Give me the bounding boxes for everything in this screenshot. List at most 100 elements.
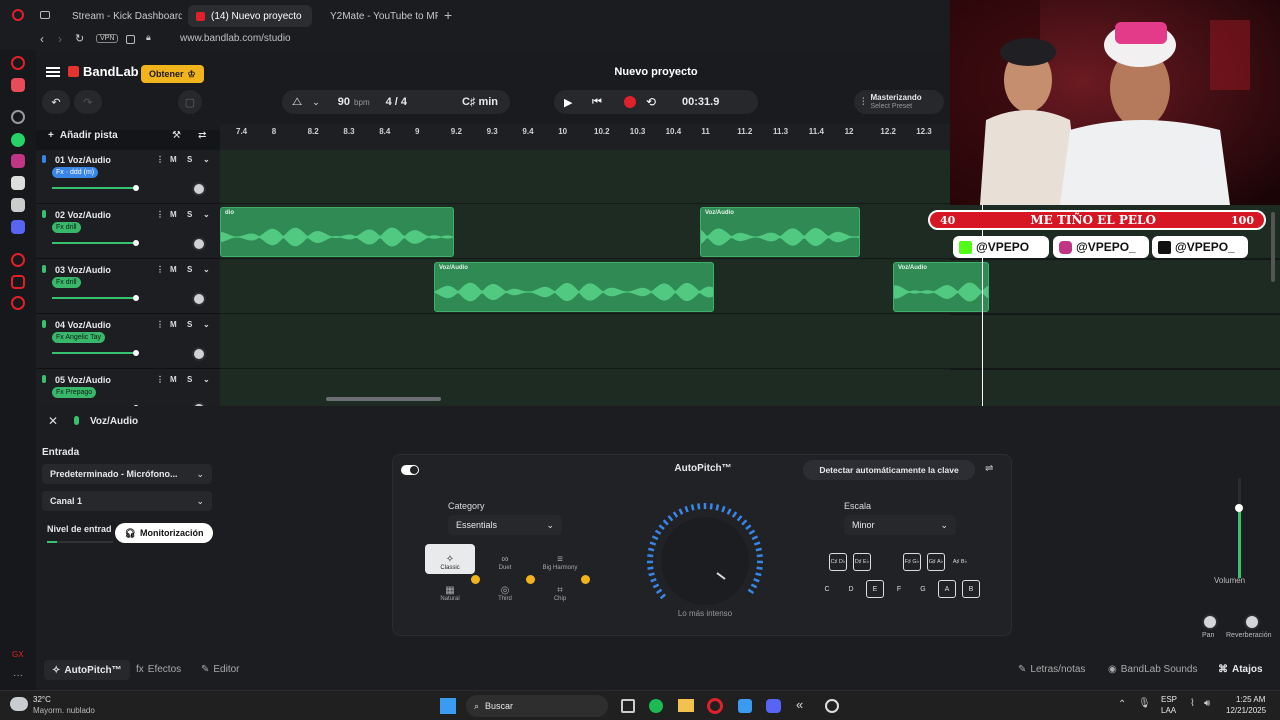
- fx-chip[interactable]: Fx drill: [52, 277, 81, 288]
- track-name[interactable]: 04 Voz/Audio: [55, 320, 111, 330]
- discord-taskbar-icon[interactable]: [766, 699, 781, 713]
- preset-chip[interactable]: ⌗ Chip: [535, 575, 585, 605]
- expand-chevron-icon[interactable]: ⌄: [203, 210, 210, 219]
- key-natural-button[interactable]: E: [866, 580, 884, 598]
- metronome-dropdown-icon[interactable]: ⌄: [312, 97, 320, 108]
- solo-button[interactable]: S: [187, 210, 192, 219]
- track-options-icon[interactable]: ⋮: [156, 320, 164, 329]
- volume-fader[interactable]: [1228, 478, 1252, 578]
- pan-knob[interactable]: [1202, 614, 1218, 630]
- instagram-icon[interactable]: [11, 154, 25, 168]
- new-tab-button[interactable]: +: [444, 7, 452, 23]
- channel-select[interactable]: Canal 1 ⌄: [42, 491, 212, 511]
- audio-clip[interactable]: Voz/Audio: [893, 262, 989, 312]
- tiktok-icon[interactable]: [11, 176, 25, 190]
- key-sharp-button[interactable]: G♯ A♭: [927, 553, 945, 571]
- tab-effects[interactable]: fx Efectos: [136, 664, 181, 675]
- track-header[interactable]: 01 Voz/Audio ⋮ M S ⌄ Fx · ddd (m): [36, 150, 220, 204]
- track-lane[interactable]: [220, 260, 1280, 314]
- microphone-tray-icon[interactable]: 🎙︎: [1138, 698, 1151, 709]
- track-name[interactable]: 03 Voz/Audio: [55, 265, 111, 275]
- expand-chevron-icon[interactable]: ⌄: [203, 155, 210, 164]
- reverb-knob[interactable]: [1244, 614, 1260, 630]
- track-name[interactable]: 01 Voz/Audio: [55, 155, 111, 165]
- intensity-dial[interactable]: [645, 501, 765, 621]
- shortcuts-button[interactable]: ⌘ Atajos: [1218, 664, 1263, 675]
- track-header[interactable]: 04 Voz/Audio ⋮ M S ⌄ Fx Angelic Tay: [36, 315, 220, 369]
- wallet-icon[interactable]: [126, 35, 135, 44]
- add-track-button[interactable]: + Añadir pista: [48, 130, 118, 141]
- history-icon[interactable]: [11, 253, 25, 267]
- track-volume-slider[interactable]: [52, 185, 140, 191]
- mute-button[interactable]: M: [170, 375, 177, 384]
- obs-icon[interactable]: [825, 699, 839, 713]
- fx-chip[interactable]: Fx Angelic Tay: [52, 332, 106, 343]
- tab-autopitch[interactable]: ✧ AutoPitch™: [44, 660, 130, 680]
- chevron-up-icon[interactable]: ⌃: [1118, 699, 1126, 710]
- fx-chip[interactable]: Fx · ddd (m): [52, 167, 99, 178]
- autopitch-toggle[interactable]: [401, 465, 419, 475]
- opera-icon[interactable]: [12, 9, 24, 21]
- key-button[interactable]: C♯ min: [450, 90, 510, 114]
- input-device-select[interactable]: Predeterminado - Micrófono... ⌄: [42, 464, 212, 484]
- volume-tray-icon[interactable]: 🔊︎: [1204, 698, 1210, 709]
- track-volume-slider[interactable]: [52, 295, 140, 301]
- key-natural-button[interactable]: D: [842, 580, 860, 598]
- tab-bandlab-project[interactable]: (14) Nuevo proyecto: [188, 5, 312, 27]
- aria-icon[interactable]: [11, 56, 25, 70]
- solo-button[interactable]: S: [187, 375, 192, 384]
- clock-time[interactable]: 1:25 AM: [1236, 695, 1265, 704]
- more-icon[interactable]: ···: [13, 670, 23, 681]
- solo-button[interactable]: S: [187, 320, 192, 329]
- forward-icon[interactable]: ›: [58, 32, 62, 46]
- spotify-icon[interactable]: [649, 699, 663, 713]
- expand-chevron-icon[interactable]: ⌄: [203, 265, 210, 274]
- solo-button[interactable]: S: [187, 155, 192, 164]
- task-view-icon[interactable]: [621, 699, 635, 713]
- preset-natural[interactable]: ▦ Natural: [425, 575, 475, 605]
- snap-button[interactable]: ▢: [178, 90, 202, 114]
- key-natural-button[interactable]: A: [938, 580, 956, 598]
- monitor-button[interactable]: 🎧︎ Monitorización: [115, 523, 213, 543]
- key-sharp-button[interactable]: A♯ B♭: [951, 553, 969, 571]
- lang-layout[interactable]: LAA: [1161, 706, 1176, 715]
- fx-chip[interactable]: Fx drill: [52, 222, 81, 233]
- track-volume-slider[interactable]: [52, 240, 140, 246]
- vertical-scrollbar[interactable]: [1271, 212, 1275, 282]
- track-settings-icon[interactable]: ⇄: [198, 130, 206, 141]
- reload-icon[interactable]: ↻: [75, 32, 84, 45]
- key-natural-button[interactable]: C: [818, 580, 836, 598]
- track-name[interactable]: 02 Voz/Audio: [55, 210, 111, 220]
- extensions-icon[interactable]: [11, 275, 25, 289]
- detect-key-button[interactable]: Detectar automáticamente la clave: [803, 460, 975, 480]
- key-natural-button[interactable]: G: [914, 580, 932, 598]
- track-lane[interactable]: [220, 315, 1280, 369]
- audio-clip[interactable]: Voz/Audio: [434, 262, 714, 312]
- wrench-icon[interactable]: ⚒: [172, 130, 181, 141]
- obtener-button[interactable]: Obtener ♔: [141, 65, 204, 83]
- vpn-badge[interactable]: VPN: [96, 34, 119, 43]
- record-icon[interactable]: [624, 96, 636, 108]
- expand-chevron-icon[interactable]: ⌄: [203, 320, 210, 329]
- settings-gear-icon[interactable]: [11, 296, 25, 310]
- mute-button[interactable]: M: [170, 210, 177, 219]
- timeline[interactable]: 7.4 8 8.2 8.3 8.4 9 9.2 9.3 9.4 10 10.2 10.3 10.4 11 1…: [220, 124, 1280, 424]
- track-options-icon[interactable]: ⋮: [156, 210, 164, 219]
- shopping-icon[interactable]: [11, 78, 25, 92]
- weather-icon[interactable]: [10, 697, 28, 711]
- app-icon[interactable]: «: [796, 697, 803, 712]
- pan-knob[interactable]: [192, 237, 206, 251]
- maps-icon[interactable]: [738, 699, 752, 713]
- windows-start-icon[interactable]: [440, 698, 456, 714]
- mute-button[interactable]: M: [170, 265, 177, 274]
- discord-icon[interactable]: [11, 220, 25, 234]
- network-icon[interactable]: ⌇: [1190, 698, 1195, 709]
- scale-select[interactable]: Minor ⌄: [844, 515, 956, 535]
- clock-date[interactable]: 12/21/2025: [1226, 706, 1266, 715]
- bandlab-logo[interactable]: BandLab: [68, 64, 139, 79]
- lyrics-button[interactable]: ✎ Letras/notas: [1018, 664, 1085, 675]
- pan-knob[interactable]: [192, 292, 206, 306]
- key-sharp-button[interactable]: F♯ G♭: [903, 553, 921, 571]
- audio-clip[interactable]: dio: [220, 207, 454, 257]
- key-sharp-button[interactable]: D♯ E♭: [853, 553, 871, 571]
